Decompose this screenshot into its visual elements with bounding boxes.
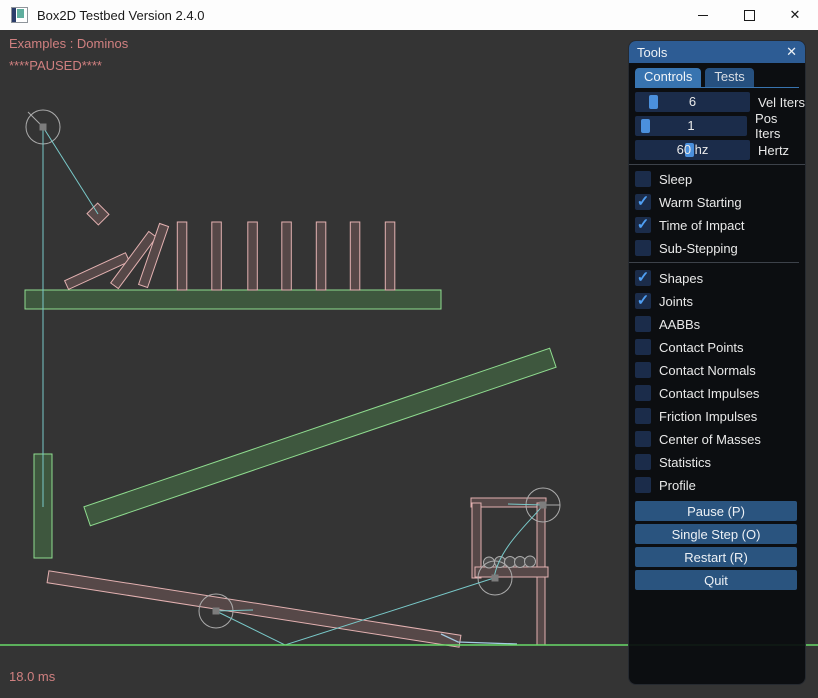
tools-close-button[interactable]: ✕: [786, 44, 797, 60]
checkbox-label: Sleep: [659, 172, 692, 187]
paused-label: ****PAUSED****: [9, 58, 102, 73]
maximize-button[interactable]: [726, 0, 772, 30]
tab-controls[interactable]: Controls: [635, 68, 701, 87]
checkbox-row-shapes: ✓ Shapes: [635, 270, 805, 286]
checkbox-shapes[interactable]: ✓: [635, 270, 651, 286]
ball-frame: [471, 498, 548, 645]
minimize-button[interactable]: [680, 0, 726, 30]
tools-panel-header[interactable]: Tools ✕: [629, 41, 805, 63]
checkbox-row-warm-starting: ✓ Warm Starting: [635, 194, 805, 210]
single-step-o-button[interactable]: Single Step (O): [635, 524, 797, 544]
checkbox-label: AABBs: [659, 317, 700, 332]
checkbox-row-statistics: Statistics: [635, 454, 805, 470]
slider-label: Vel Iters: [758, 95, 805, 110]
slider-list: 6Vel Iters1Pos Iters60 hzHertz: [635, 92, 805, 160]
slider-row-pos-iters: 1Pos Iters: [635, 116, 805, 136]
slider-hertz[interactable]: 60 hz: [635, 140, 750, 160]
checkbox-aabbs[interactable]: [635, 316, 651, 332]
checkbox-label: Joints: [659, 294, 693, 309]
tools-panel: Tools ✕ ControlsTests 6Vel Iters1Pos Ite…: [628, 40, 806, 685]
check-icon: ✓: [635, 194, 651, 209]
checkbox-row-time-of-impact: ✓ Time of Impact: [635, 217, 805, 233]
separator: [629, 262, 799, 263]
window-title: Box2D Testbed Version 2.4.0: [37, 8, 204, 23]
slider-row-vel-iters: 6 Vel Iters: [635, 92, 805, 112]
checkbox-list: Sleep ✓ Warm Starting ✓ Time of Impact Sub-St…: [635, 171, 805, 493]
checkbox-time-of-impact[interactable]: ✓: [635, 217, 651, 233]
slider-value: 6: [635, 92, 750, 112]
checkbox-profile[interactable]: [635, 477, 651, 493]
quit-button[interactable]: Quit: [635, 570, 797, 590]
slider-label: Pos Iters: [755, 111, 805, 141]
checkbox-label: Contact Impulses: [659, 386, 759, 401]
app-window: Box2D Testbed Version 2.4.0 ✕: [0, 0, 818, 698]
tools-panel-title: Tools: [637, 45, 786, 60]
restart-r-button[interactable]: Restart (R): [635, 547, 797, 567]
separator: [629, 164, 805, 165]
checkbox-statistics[interactable]: [635, 454, 651, 470]
checkbox-row-contact-impulses: Contact Impulses: [635, 385, 805, 401]
slider-label: Hertz: [758, 143, 789, 158]
checkbox-row-contact-points: Contact Points: [635, 339, 805, 355]
tab-tests[interactable]: Tests: [705, 68, 753, 87]
checkbox-contact-impulses[interactable]: [635, 385, 651, 401]
checkbox-row-friction-impulses: Friction Impulses: [635, 408, 805, 424]
checkbox-label: Shapes: [659, 271, 703, 286]
minimize-icon: [698, 15, 708, 16]
checkbox-row-sub-stepping: Sub-Stepping: [635, 240, 805, 256]
slider-value: 60 hz: [635, 140, 750, 160]
slider-pos-iters[interactable]: 1: [635, 116, 747, 136]
checkbox-row-profile: Profile: [635, 477, 805, 493]
pause-p-button[interactable]: Pause (P): [635, 501, 797, 521]
checkbox-warm-starting[interactable]: ✓: [635, 194, 651, 210]
close-icon: ✕: [790, 7, 801, 23]
checkbox-contact-points[interactable]: [635, 339, 651, 355]
slider-row-hertz: 60 hz Hertz: [635, 140, 805, 160]
checkbox-label: Contact Normals: [659, 363, 756, 378]
checkbox-row-aabbs: AABBs: [635, 316, 805, 332]
checkbox-label: Warm Starting: [659, 195, 742, 210]
close-button[interactable]: ✕: [772, 0, 818, 30]
checkbox-label: Profile: [659, 478, 696, 493]
frame-time-label: 18.0 ms: [9, 669, 55, 684]
checkbox-label: Center of Masses: [659, 432, 761, 447]
checkbox-sleep[interactable]: [635, 171, 651, 187]
title-bar: Box2D Testbed Version 2.4.0 ✕: [0, 0, 818, 30]
standing-dominos: [177, 222, 394, 290]
checkbox-label: Friction Impulses: [659, 409, 757, 424]
example-label: Examples : Dominos: [9, 36, 128, 51]
checkbox-row-contact-normals: Contact Normals: [635, 362, 805, 378]
cradle-balls: [484, 556, 536, 568]
checkbox-row-center-of-masses: Center of Masses: [635, 431, 805, 447]
slider-vel-iters[interactable]: 6: [635, 92, 750, 112]
checkbox-contact-normals[interactable]: [635, 362, 651, 378]
checkbox-row-sleep: Sleep: [635, 171, 805, 187]
maximize-icon: [744, 10, 755, 21]
checkbox-row-joints: ✓ Joints: [635, 293, 805, 309]
checkbox-sub-stepping[interactable]: [635, 240, 651, 256]
checkbox-label: Statistics: [659, 455, 711, 470]
domino-shelf: [25, 290, 441, 309]
checkbox-label: Sub-Stepping: [659, 241, 738, 256]
check-icon: ✓: [635, 270, 651, 285]
app-icon: [11, 7, 28, 23]
slider-value: 1: [635, 116, 747, 136]
checkbox-center-of-masses[interactable]: [635, 431, 651, 447]
checkbox-label: Contact Points: [659, 340, 744, 355]
checkbox-friction-impulses[interactable]: [635, 408, 651, 424]
main-content: Examples : Dominos ****PAUSED**** 18.0 m…: [0, 30, 818, 698]
joint-anchors: [40, 124, 547, 615]
tab-bar: ControlsTests: [635, 68, 799, 88]
checkbox-label: Time of Impact: [659, 218, 744, 233]
check-icon: ✓: [635, 293, 651, 308]
check-icon: ✓: [635, 217, 651, 232]
window-controls: ✕: [680, 0, 818, 30]
button-list: Pause (P) Single Step (O) Restart (R) Quit: [635, 501, 797, 590]
checkbox-joints[interactable]: ✓: [635, 293, 651, 309]
